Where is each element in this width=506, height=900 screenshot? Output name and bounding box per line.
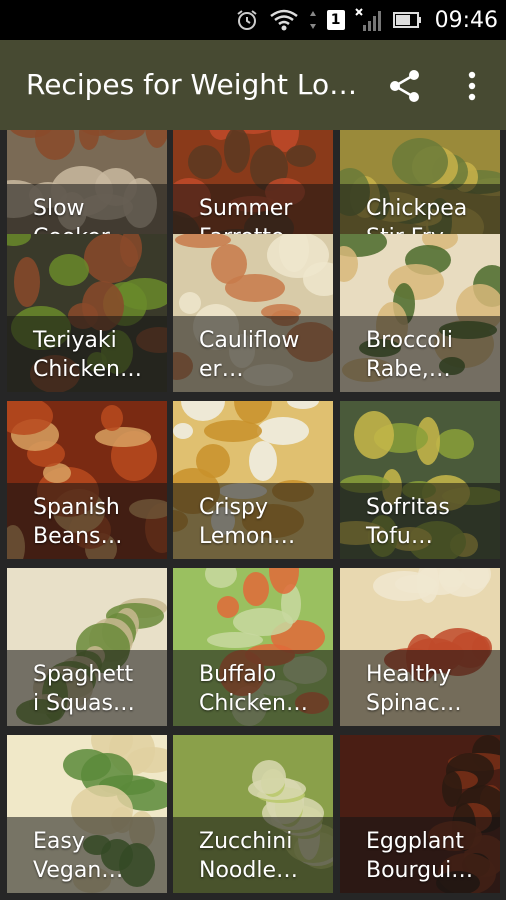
status-bar: 1 09:46 bbox=[0, 0, 506, 40]
recipe-title: Healthy Spinac… bbox=[366, 662, 462, 716]
recipe-tile[interactable]: Eggplant Bourgui… bbox=[340, 735, 500, 893]
status-icons: 1 09:46 bbox=[235, 0, 498, 40]
recipe-tile[interactable]: Easy Vegan… bbox=[7, 735, 167, 893]
recipe-tile[interactable]: Spanish Beans… bbox=[7, 401, 167, 559]
recipe-grid[interactable]: Slow Cooker…Summer FarrottoChickpea Stir… bbox=[0, 130, 506, 900]
more-vert-icon bbox=[468, 71, 476, 101]
share-button[interactable] bbox=[386, 67, 424, 105]
recipe-tile[interactable]: Spaghett i Squas… bbox=[7, 568, 167, 726]
recipe-title: Crispy Lemon… bbox=[199, 495, 296, 549]
alarm-icon bbox=[235, 8, 259, 32]
wifi-icon bbox=[269, 8, 299, 32]
share-icon bbox=[390, 70, 419, 102]
app-bar: Recipes for Weight Lo… bbox=[0, 40, 506, 130]
clock: 09:46 bbox=[434, 7, 498, 33]
recipe-tile[interactable]: Teriyaki Chicken… bbox=[7, 234, 167, 392]
recipe-title: Broccoli Rabe,… bbox=[366, 328, 453, 382]
recipe-title: Spaghett i Squas… bbox=[33, 662, 135, 716]
recipe-title: Sofritas Tofu… bbox=[366, 495, 450, 549]
sim-icon: 1 bbox=[326, 10, 345, 30]
data-arrows-icon bbox=[309, 9, 317, 31]
recipe-tile[interactable]: Buffalo Chicken… bbox=[173, 568, 333, 726]
recipe-tile[interactable]: Crispy Lemon… bbox=[173, 401, 333, 559]
recipe-tile[interactable]: Broccoli Rabe,… bbox=[340, 234, 500, 392]
recipe-tile[interactable]: Cauliflow er… bbox=[173, 234, 333, 392]
no-signal-icon bbox=[354, 7, 383, 33]
battery-icon bbox=[392, 10, 423, 30]
app-title: Recipes for Weight Lo… bbox=[26, 68, 358, 101]
recipe-tile[interactable]: Sofritas Tofu… bbox=[340, 401, 500, 559]
recipe-title: Spanish Beans… bbox=[33, 495, 123, 549]
recipe-title: Buffalo Chicken… bbox=[199, 662, 308, 716]
recipe-title: Easy Vegan… bbox=[33, 829, 124, 883]
recipe-tile[interactable]: Zucchini Noodle… bbox=[173, 735, 333, 893]
recipe-title: Zucchini Noodle… bbox=[199, 829, 298, 883]
recipe-tile[interactable]: Healthy Spinac… bbox=[340, 568, 500, 726]
recipe-title: Eggplant Bourgui… bbox=[366, 829, 474, 883]
recipe-title: Teriyaki Chicken… bbox=[33, 328, 142, 382]
more-options-button[interactable] bbox=[460, 67, 484, 105]
recipe-title: Cauliflow er… bbox=[199, 328, 300, 382]
